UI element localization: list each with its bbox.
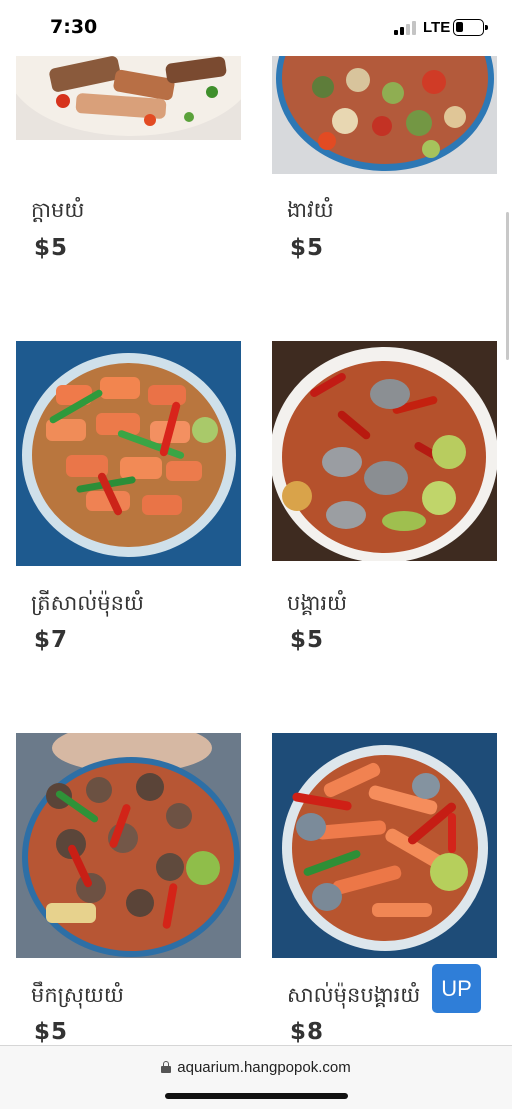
dish-price: $5: [290, 627, 325, 653]
battery-icon: [453, 19, 488, 36]
dish-image-crab[interactable]: [16, 56, 241, 140]
dish-name[interactable]: សាល់ម៉ុនបង្គារយំ: [287, 982, 420, 1013]
dish-name[interactable]: ត្រីសាល់ម៉ុនយំ: [31, 590, 144, 621]
network-label: LTE: [423, 19, 451, 36]
dish-name[interactable]: មឹកស្រុយយំ: [31, 982, 124, 1013]
status-time: 7:30: [50, 16, 98, 38]
dish-name[interactable]: ក្តាមយំ: [31, 197, 84, 228]
scrollbar[interactable]: [506, 212, 509, 360]
signal-bars-icon: [394, 21, 418, 35]
dish-image-octopus[interactable]: [16, 733, 241, 958]
dish-price: $7: [34, 627, 69, 653]
scroll-up-button[interactable]: UP: [432, 964, 481, 1013]
url-text[interactable]: aquarium.hangpopok.com: [177, 1059, 350, 1076]
dish-price: $5: [34, 235, 69, 261]
dish-image-salmon-shrimp[interactable]: [272, 733, 497, 958]
dish-name[interactable]: ងាវយំ: [287, 197, 334, 228]
dish-price: $5: [290, 235, 325, 261]
home-indicator: [165, 1093, 348, 1099]
lock-icon: [161, 1061, 172, 1073]
dish-price: $8: [290, 1019, 325, 1045]
browser-url-bar[interactable]: aquarium.hangpopok.com: [0, 1045, 512, 1109]
url-container[interactable]: aquarium.hangpopok.com: [0, 1059, 512, 1076]
dish-price: $5: [34, 1019, 69, 1045]
dish-name[interactable]: បង្គារយំ: [287, 590, 347, 621]
dish-image-shrimp[interactable]: [272, 341, 497, 561]
status-bar: 7:30 LTE: [0, 0, 512, 56]
dish-image-cockle[interactable]: [272, 56, 497, 174]
dish-image-salmon[interactable]: [16, 341, 241, 566]
